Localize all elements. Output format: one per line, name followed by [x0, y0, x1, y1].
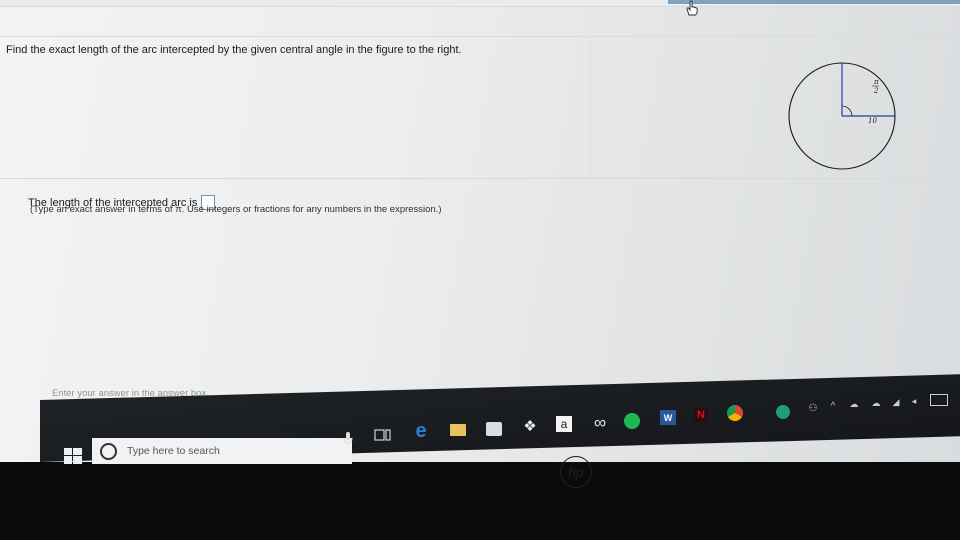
amazon-icon[interactable]: a: [556, 416, 572, 432]
taskbar-search-box[interactable]: Type here to search: [92, 438, 352, 464]
task-view-glyph-icon: [374, 429, 391, 441]
keyboard-icon[interactable]: [930, 394, 948, 406]
store-icon[interactable]: [486, 422, 502, 436]
netflix-icon[interactable]: N: [694, 408, 708, 422]
word-icon[interactable]: W: [660, 410, 676, 425]
hand-cursor-icon: [686, 0, 698, 16]
question-panel: [0, 36, 590, 179]
angle-numerator: π: [873, 78, 879, 86]
microphone-icon[interactable]: [343, 432, 353, 446]
question-prompt: Find the exact length of the arc interce…: [6, 44, 462, 56]
infinity-app-icon[interactable]: ∞: [590, 413, 610, 432]
help-icon[interactable]: [776, 405, 790, 419]
spotify-icon[interactable]: [624, 413, 640, 429]
task-view-icon[interactable]: [374, 428, 392, 442]
top-accent-bar: [668, 0, 960, 4]
angle-denominator: 2: [873, 87, 879, 95]
people-icon[interactable]: ⚇: [806, 402, 820, 414]
cortana-circle-icon: [100, 442, 117, 460]
section-divider: [0, 178, 960, 179]
figure-panel: [590, 36, 960, 179]
top-bar: [0, 0, 960, 7]
dropbox-icon[interactable]: ❖: [522, 418, 538, 435]
onedrive-icon[interactable]: ☁: [848, 399, 860, 409]
hp-logo: hp: [560, 456, 592, 488]
volume-icon[interactable]: ◂: [908, 396, 920, 406]
edge-browser-icon[interactable]: e: [411, 420, 431, 442]
answer-hint: (Type an exact answer in terms of π. Use…: [30, 204, 442, 215]
wifi-icon[interactable]: ◢: [890, 397, 902, 407]
search-placeholder: Type here to search: [127, 445, 220, 457]
chevron-up-icon[interactable]: ^: [828, 400, 838, 412]
radius-label: 10: [868, 117, 877, 125]
circle-figure: π 2 10: [788, 62, 896, 170]
file-explorer-icon[interactable]: [450, 424, 466, 436]
chrome-icon[interactable]: [727, 405, 743, 421]
cloud-tray-icon[interactable]: ☁: [870, 398, 882, 408]
windows-start-icon[interactable]: [64, 448, 82, 464]
angle-arc: [841, 105, 853, 117]
